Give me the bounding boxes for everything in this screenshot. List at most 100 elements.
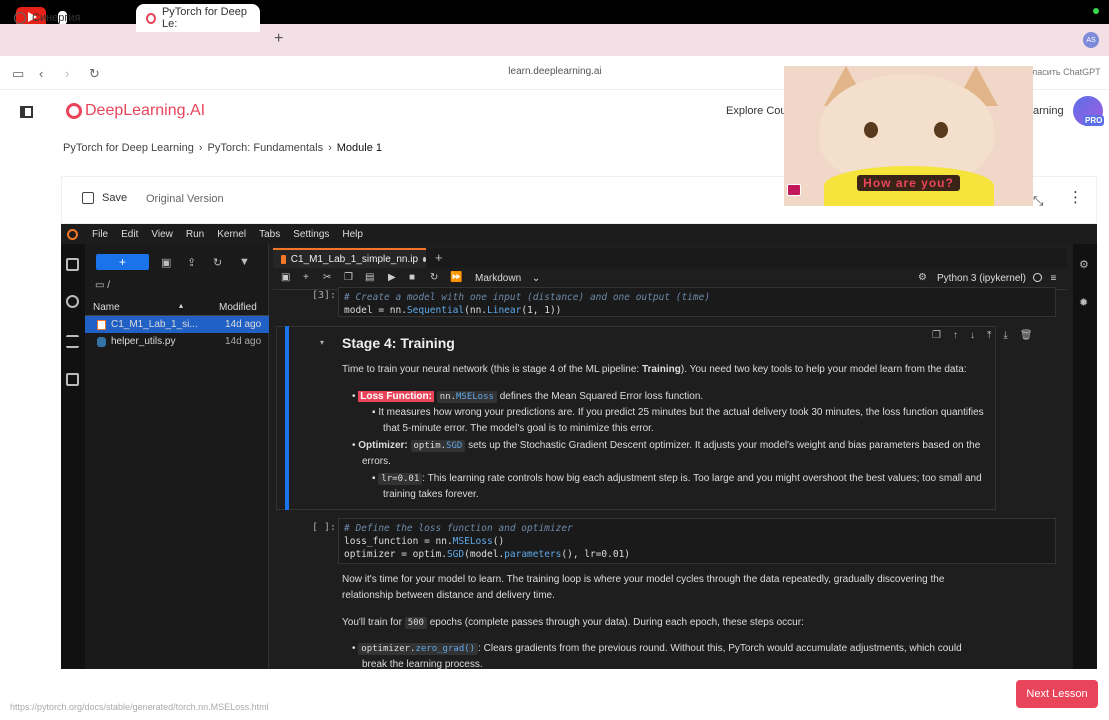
- toc-icon[interactable]: [66, 335, 79, 348]
- refresh-icon[interactable]: ↻: [213, 256, 222, 269]
- subtitle-icon[interactable]: [787, 184, 801, 196]
- new-tab-button[interactable]: +: [274, 30, 283, 48]
- extension-icon[interactable]: [66, 373, 79, 386]
- save-icon: [82, 192, 94, 204]
- profile-avatar[interactable]: AS: [1083, 32, 1099, 48]
- menu-help[interactable]: Help: [342, 229, 363, 240]
- move-down-icon[interactable]: ↓: [970, 330, 975, 341]
- save-icon[interactable]: ▣: [281, 272, 290, 283]
- filter-icon[interactable]: ▼: [239, 256, 250, 268]
- insert-below-icon[interactable]: ⤓: [1003, 330, 1007, 341]
- status-url: https://pytorch.org/docs/stable/generate…: [10, 702, 269, 712]
- browser-tab-synergy[interactable]: Синергия: [4, 4, 132, 32]
- menu-settings[interactable]: Settings: [293, 229, 329, 240]
- back-icon[interactable]: ‹: [39, 66, 43, 81]
- property-inspector-icon[interactable]: ⚙: [1079, 258, 1089, 271]
- duplicate-icon[interactable]: ❐: [932, 330, 941, 341]
- delete-icon[interactable]: 🗑: [1020, 330, 1033, 341]
- original-version-button[interactable]: Original Version: [146, 193, 224, 205]
- video-caption: How are you?: [784, 175, 1033, 191]
- epochs-text: You'll train for 500 epochs (complete pa…: [342, 617, 804, 629]
- site-logo[interactable]: DeepLearning.AI: [66, 102, 205, 120]
- bullet-optimizer-2: errors.: [362, 456, 391, 467]
- cat-eye: [934, 122, 948, 138]
- file-modified: 14d ago: [225, 336, 262, 347]
- mseloss-link[interactable]: MSELoss: [456, 392, 494, 402]
- menu-view[interactable]: View: [151, 229, 173, 240]
- cut-icon[interactable]: ✂: [323, 272, 331, 283]
- tab-label: Синергия: [32, 12, 81, 24]
- column-name[interactable]: Name: [93, 302, 120, 313]
- paste-icon[interactable]: ▤: [365, 272, 374, 283]
- cat-eye: [864, 122, 878, 138]
- code-cell[interactable]: # Define the loss function and optimizer…: [338, 518, 1056, 564]
- cell-type-select[interactable]: Markdown ⌄: [475, 273, 540, 284]
- sidebar-icon[interactable]: ▭: [12, 66, 24, 82]
- menu-run[interactable]: Run: [186, 229, 204, 240]
- folder-icon[interactable]: [66, 258, 79, 271]
- bullet-zero-grad-2: break the learning process.: [362, 659, 483, 669]
- column-modified[interactable]: Modified: [219, 302, 257, 313]
- chatgpt-button[interactable]: ласить ChatGPT: [1032, 67, 1101, 77]
- notebook-icon: [281, 254, 286, 264]
- notebook-icon: [97, 319, 106, 330]
- debugger-icon[interactable]: ✹: [1079, 296, 1088, 309]
- menu-icon[interactable]: ≡: [1051, 273, 1057, 284]
- breadcrumb: PyTorch for Deep Learning › PyTorch: Fun…: [63, 142, 382, 154]
- expand-icon[interactable]: ⤡: [1033, 193, 1043, 209]
- my-learning-link[interactable]: arning: [1033, 105, 1064, 117]
- code-line: model = nn.Sequential(nn.Linear(1, 1)): [344, 305, 562, 316]
- active-cell-indicator: [285, 326, 289, 510]
- code-cell[interactable]: # Create a model with one input (distanc…: [338, 287, 1056, 317]
- url-field[interactable]: learn.deeplearning.ai: [470, 66, 640, 77]
- new-folder-icon[interactable]: ▣: [161, 256, 171, 269]
- gear-icon[interactable]: ⚙: [918, 272, 927, 283]
- menu-tabs[interactable]: Tabs: [259, 229, 280, 240]
- sort-caret-icon: ▴: [179, 301, 184, 310]
- more-options-icon[interactable]: ⋮: [1068, 190, 1083, 205]
- explore-courses-link[interactable]: Explore Cou: [726, 105, 787, 117]
- browser-tab-pytorch[interactable]: PyTorch for Deep Le:: [136, 4, 260, 32]
- breadcrumb-item[interactable]: PyTorch: Fundamentals: [208, 142, 324, 154]
- run-all-icon[interactable]: ⏩: [450, 272, 462, 283]
- intro-text: Time to train your neural network (this …: [342, 364, 967, 375]
- save-label: Save: [102, 192, 128, 204]
- breadcrumb-path[interactable]: ▭ /: [95, 280, 110, 291]
- sidebar-toggle-icon[interactable]: [20, 106, 33, 118]
- menu-file[interactable]: File: [92, 229, 108, 240]
- breadcrumb-item[interactable]: PyTorch for Deep Learning: [63, 142, 194, 154]
- add-tab-button[interactable]: +: [435, 250, 443, 265]
- new-launcher-button[interactable]: +: [96, 254, 149, 270]
- jupyter-right-rail: ⚙ ✹: [1073, 244, 1097, 669]
- status-dot-icon: [1093, 8, 1099, 14]
- file-row[interactable]: C1_M1_Lab_1_si... 14d ago: [85, 316, 269, 333]
- file-row[interactable]: helper_utils.py 14d ago: [85, 333, 269, 350]
- chevron-right-icon: ›: [198, 142, 203, 154]
- file-list-header: Name ▴ Modified: [85, 300, 269, 316]
- forward-icon[interactable]: ›: [65, 66, 69, 81]
- move-up-icon[interactable]: ↑: [953, 330, 958, 341]
- upload-icon[interactable]: ⇪: [187, 256, 196, 269]
- save-button[interactable]: Save: [82, 192, 127, 204]
- next-lesson-button[interactable]: Next Lesson: [1016, 680, 1098, 708]
- copy-icon[interactable]: ❐: [344, 272, 353, 283]
- run-icon[interactable]: ▶: [388, 272, 396, 283]
- menu-edit[interactable]: Edit: [121, 229, 138, 240]
- kernel-status[interactable]: Python 3 (ipykernel) ≡: [937, 273, 1056, 284]
- insert-cell-icon[interactable]: +: [303, 272, 309, 283]
- menu-kernel[interactable]: Kernel: [217, 229, 246, 240]
- notebook-tab[interactable]: C1_M1_Lab_1_simple_nn.ip: [273, 248, 426, 268]
- jupyter-left-rail: [61, 244, 85, 669]
- bullet-lr: ▪ lr=0.01: This learning rate controls h…: [372, 473, 982, 485]
- restart-icon[interactable]: ↻: [430, 272, 438, 283]
- stop-icon[interactable]: ■: [409, 272, 415, 283]
- unsaved-dot-icon[interactable]: [423, 256, 426, 262]
- reload-icon[interactable]: ↻: [89, 66, 100, 82]
- training-text-2: relationship between distance and delive…: [342, 590, 555, 601]
- video-overlay[interactable]: How are you?: [784, 66, 1033, 206]
- insert-above-icon[interactable]: ⤒: [987, 330, 991, 341]
- collapse-caret-icon[interactable]: ▾: [320, 338, 324, 347]
- running-icon[interactable]: [66, 295, 79, 308]
- path-text: /: [107, 280, 111, 291]
- notebook-tab-label: C1_M1_Lab_1_simple_nn.ip: [290, 253, 419, 265]
